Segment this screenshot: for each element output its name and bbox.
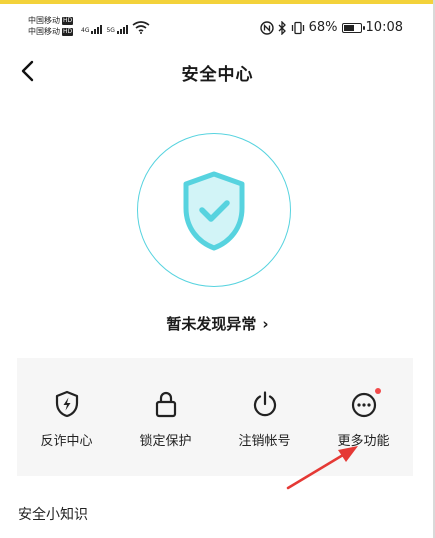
carrier-line-1: 中国移动 HD (28, 16, 74, 26)
hd-badge-2: HD (62, 28, 74, 36)
network-type-2: 5G (106, 27, 115, 34)
power-icon (253, 391, 276, 417)
status-right: 68% 10:08 (259, 20, 403, 35)
signal-cluster: 4G 5G (81, 20, 150, 34)
battery-icon (341, 22, 365, 33)
shield-bolt-icon (55, 390, 78, 418)
annotation-arrow-icon (286, 446, 358, 490)
hd-badge-1: HD (62, 17, 74, 25)
carrier-name-1: 中国移动 (28, 16, 60, 25)
chevron-right-icon: › (262, 315, 269, 333)
fn-label: 反诈中心 (40, 434, 93, 449)
status-bar: 中国移动 HD 中国移动 HD 4G 5G 68% 10:08 (0, 10, 435, 44)
signal-icon-1: 4G (81, 25, 103, 34)
security-status-text: 暂未发现异常 (166, 315, 257, 333)
notification-dot (375, 388, 381, 394)
vibrate-icon (291, 21, 304, 34)
carrier-line-2: 中国移动 HD (28, 27, 74, 37)
carrier-info: 中国移动 HD 中国移动 HD (28, 16, 74, 37)
section-title: 安全小知识 (18, 507, 88, 523)
clock: 10:08 (365, 20, 403, 35)
page-title: 安全中心 (181, 65, 254, 85)
wifi-icon (132, 21, 150, 34)
carrier-name-2: 中国移动 (28, 27, 60, 36)
fn-anti-fraud-center[interactable]: 反诈中心 (17, 358, 116, 476)
header: 安全中心 (0, 52, 435, 90)
fn-lock-protection[interactable]: 锁定保护 (116, 358, 215, 476)
top-accent-bar (0, 0, 435, 4)
more-dots-icon (351, 392, 376, 418)
bluetooth-icon (278, 20, 286, 35)
signal-icon-2: 5G (106, 25, 128, 34)
nfc-icon (259, 20, 274, 35)
fn-label: 锁定保护 (139, 434, 192, 449)
lock-icon (155, 391, 176, 418)
security-status-link[interactable]: 暂未发现异常 › (0, 313, 435, 334)
shield-check-icon (183, 171, 245, 251)
battery-percent: 68% (308, 20, 338, 35)
network-type-1: 4G (81, 27, 90, 34)
